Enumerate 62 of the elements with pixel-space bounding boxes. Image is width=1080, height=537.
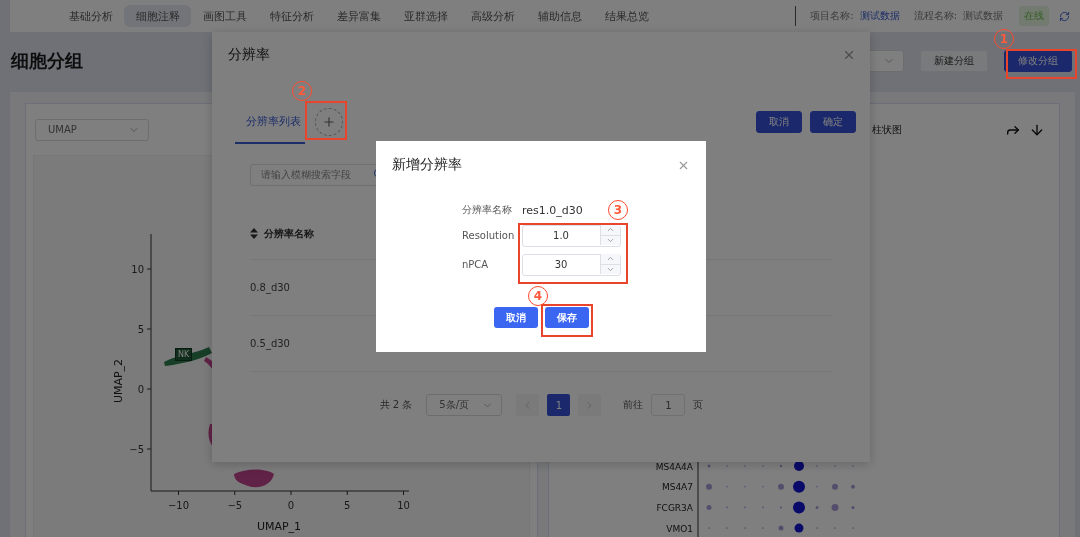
nav-tab[interactable]: 辅助信息: [526, 5, 593, 27]
flow-label: 流程名称:: [913, 9, 957, 23]
dialog-tab[interactable]: 分辨率列表: [235, 100, 305, 144]
field-value: res1.0_d30: [522, 203, 583, 217]
field-label: 分辨率名称: [462, 203, 513, 217]
dialog-button[interactable]: 确定: [810, 111, 856, 133]
tick-label: 0: [137, 384, 144, 395]
total-count: 共 2 条: [379, 398, 413, 412]
tick-label: −5: [227, 500, 243, 511]
axis-title: UMAP_1: [256, 520, 302, 533]
nav-tab[interactable]: 差异富集: [325, 5, 392, 27]
tick-label: −10: [167, 500, 190, 511]
tick-label: 5: [344, 500, 351, 511]
dialog-button[interactable]: 保存: [544, 307, 589, 328]
reduction-select[interactable]: UMAP: [35, 118, 149, 141]
add-button[interactable]: [315, 108, 343, 136]
dialog-button[interactable]: 取消: [756, 111, 802, 133]
gene-label: VMO1: [666, 523, 693, 534]
card-title: 柱状图: [872, 122, 902, 137]
plus-icon: [322, 115, 336, 129]
refresh-icon[interactable]: [1059, 10, 1070, 22]
field-label: Resolution: [462, 229, 516, 241]
nav-tab[interactable]: 特征分析: [258, 5, 325, 27]
nav-tab[interactable]: 细胞注释: [124, 5, 191, 27]
tick-label: 10: [131, 264, 144, 275]
tick-label: 5: [137, 324, 144, 335]
header-button[interactable]: 新建分组: [920, 50, 988, 72]
status-tag: 在线: [1019, 6, 1049, 26]
gene-label: MS4A4A: [655, 461, 693, 472]
tick-label: −5: [129, 444, 144, 455]
tick-label: 0: [287, 500, 295, 511]
highlight-frame: [1006, 49, 1077, 79]
column-header: 分辨率名称: [264, 226, 314, 241]
axis-title: UMAP_2: [112, 358, 125, 404]
nav-tab[interactable]: 亚群选择: [392, 5, 459, 27]
project-name: 测试数据: [859, 9, 900, 23]
dialog-button[interactable]: 取消: [493, 307, 538, 328]
page-title: 细胞分组: [11, 49, 83, 73]
project-label: 项目名称:: [810, 9, 854, 23]
highlight-frame: [305, 101, 347, 140]
highlight-frame: [541, 304, 593, 337]
gene-label: FCGR3A: [656, 502, 693, 513]
next-page-button[interactable]: [578, 394, 602, 416]
nav-tab[interactable]: 基础分析: [57, 5, 124, 27]
page-size-select[interactable]: 5条/页: [426, 394, 503, 416]
field-label: nPCA: [462, 258, 490, 270]
tick-label: 10: [397, 500, 410, 511]
dialog-title: 分辨率: [228, 46, 270, 64]
cluster-label: NK: [175, 348, 193, 361]
table-cell: 0.8_d30: [250, 282, 290, 293]
nav-tab[interactable]: 画图工具: [191, 5, 258, 27]
nav-tab[interactable]: 结果总览: [593, 5, 660, 27]
goto-input[interactable]: 1: [651, 394, 686, 416]
close-button[interactable]: [842, 48, 856, 62]
gene-label: MS4A7: [661, 482, 693, 493]
nav-tab[interactable]: 高级分析: [459, 5, 526, 27]
goto-suffix: 页: [693, 398, 704, 412]
dialog-title: 新增分辨率: [392, 156, 462, 174]
goto-label: 前往: [623, 398, 644, 412]
page-button[interactable]: 1: [547, 394, 571, 416]
sort-icon[interactable]: [250, 228, 258, 239]
table-cell: 0.5_d30: [250, 338, 290, 349]
